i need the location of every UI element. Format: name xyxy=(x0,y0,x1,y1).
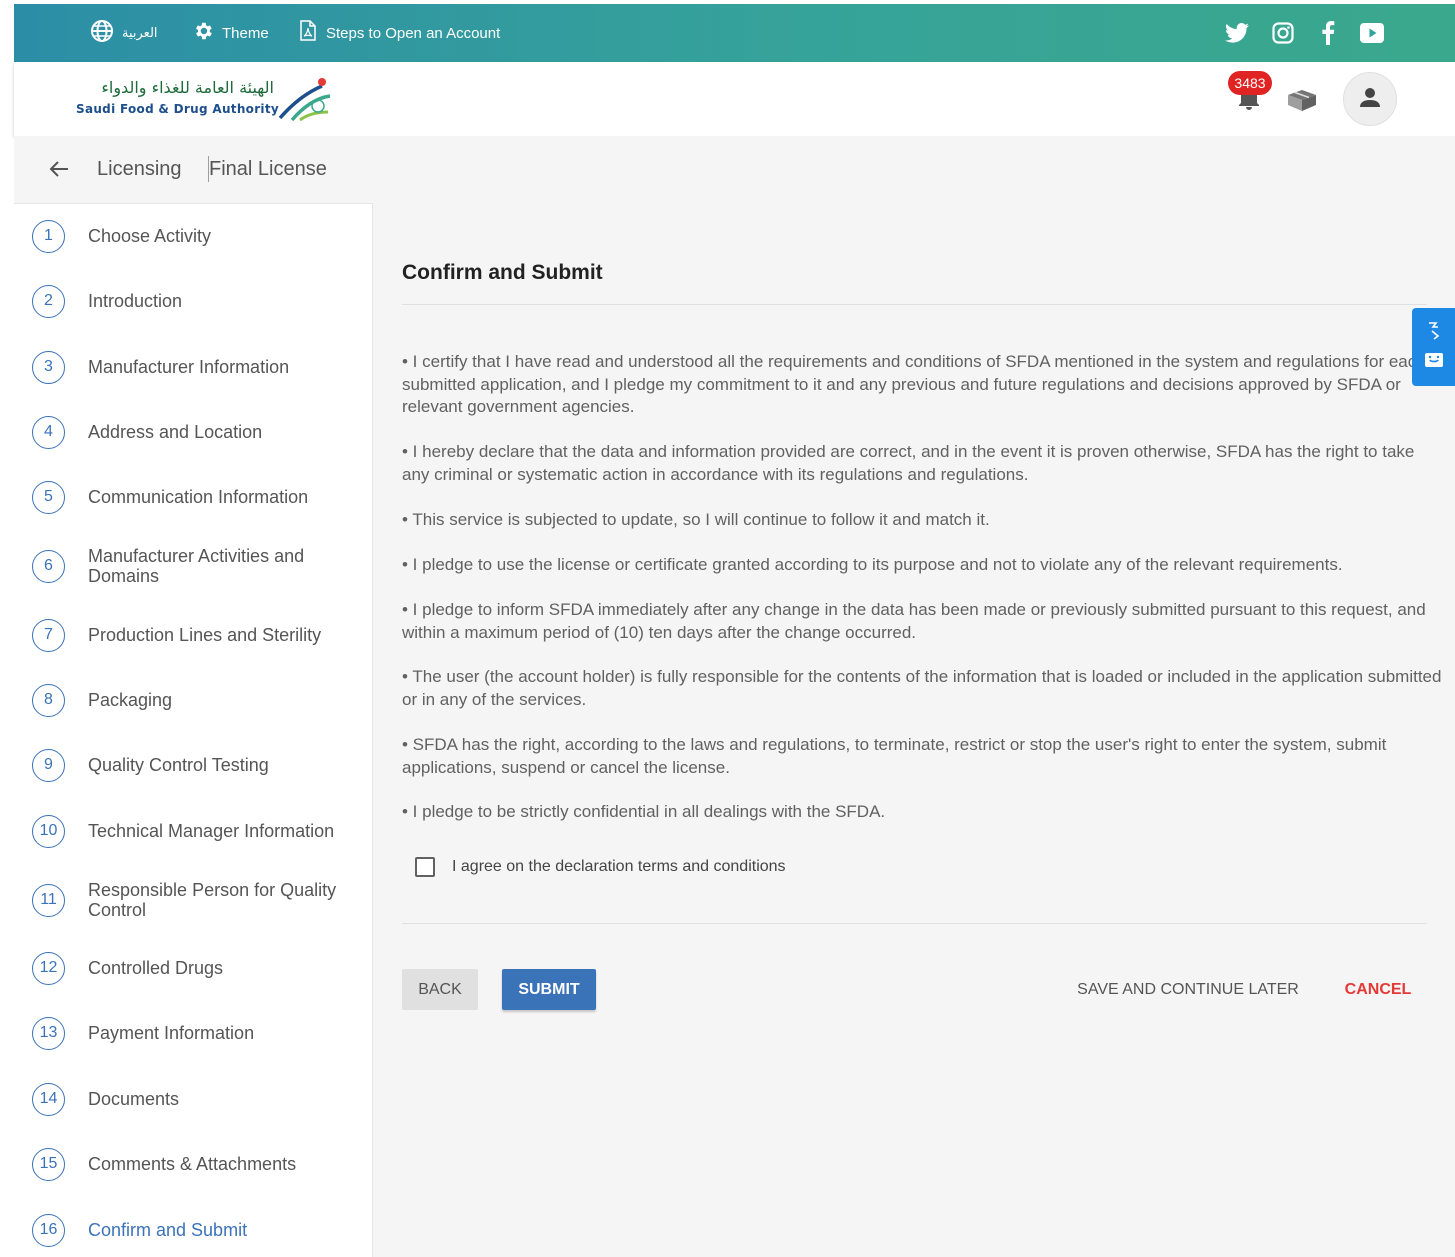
notification-badge[interactable]: 3483 xyxy=(1228,71,1272,95)
page-title: Confirm and Submit xyxy=(402,261,603,284)
top-bar: العربية Theme Steps to Open an Account xyxy=(14,4,1455,62)
step-label: Introduction xyxy=(88,291,183,311)
step-item[interactable]: 9 Quality Control Testing xyxy=(14,745,373,785)
step-label: Communication Information xyxy=(88,487,309,507)
step-label: Production Lines and Sterility xyxy=(88,625,322,645)
step-item[interactable]: 1 Choose Activity xyxy=(14,216,373,256)
declaration-text: • I pledge to inform SFDA immediately af… xyxy=(402,600,1426,642)
twitter-icon[interactable] xyxy=(1224,21,1250,45)
breadcrumb-page: Final License xyxy=(209,158,327,181)
step-label: Manufacturer Information xyxy=(88,357,290,377)
back-button[interactable]: BACK xyxy=(402,969,478,1010)
floating-side-widget[interactable] xyxy=(1412,308,1455,386)
step-label: Quality Control Testing xyxy=(88,755,269,775)
step-label: Address and Location xyxy=(88,422,263,442)
step-item[interactable]: 4 Address and Location xyxy=(14,412,373,452)
facebook-icon[interactable] xyxy=(1315,21,1341,45)
step-number: 5 xyxy=(32,480,65,514)
step-number: 16 xyxy=(32,1213,65,1247)
declaration-text: • This service is subjected to update, s… xyxy=(402,510,990,529)
declaration-text: • The user (the account holder) is fully… xyxy=(402,667,1442,709)
breadcrumb-page-text: Final License xyxy=(209,158,327,180)
step-number: 10 xyxy=(32,814,65,848)
logo-arabic-text: الهيئة العامة للغذاء والدواء xyxy=(101,78,274,97)
step-number: 13 xyxy=(32,1016,65,1050)
declaration-text: • SFDA has the right, according to the l… xyxy=(402,735,1387,777)
accessibility-icon xyxy=(1426,320,1442,345)
agree-checkbox[interactable] xyxy=(415,857,435,877)
title-divider xyxy=(402,304,1427,305)
steps-label: Steps to Open an Account xyxy=(326,24,501,42)
youtube-icon[interactable] xyxy=(1359,21,1385,45)
chat-icon xyxy=(1424,351,1444,374)
step-number: 12 xyxy=(32,951,65,985)
breadcrumb-section[interactable]: Licensing xyxy=(97,158,182,181)
submit-button[interactable]: SUBMIT xyxy=(502,969,596,1010)
language-label: العربية xyxy=(122,25,158,41)
step-item[interactable]: 8 Packaging xyxy=(14,680,373,720)
step-label: Technical Manager Information xyxy=(88,821,335,841)
step-item[interactable]: 13 Payment Information xyxy=(14,1013,373,1053)
step-number: 9 xyxy=(32,748,65,782)
step-number: 8 xyxy=(32,683,65,717)
step-number: 15 xyxy=(32,1147,65,1181)
steps-sidebar: 1 Choose Activity 2 Introduction 3 Manufact… xyxy=(14,203,373,1257)
language-switch[interactable]: العربية xyxy=(90,4,158,62)
instagram-icon[interactable] xyxy=(1270,21,1296,45)
step-number: 1 xyxy=(32,219,65,253)
step-item[interactable]: 11 Responsible Person for Quality Control xyxy=(14,880,373,920)
package-icon[interactable] xyxy=(1286,88,1318,117)
app-frame: العربية Theme Steps to Open an Account ا… xyxy=(14,4,1455,1257)
steps-guide-link[interactable]: Steps to Open an Account xyxy=(298,4,500,62)
step-item[interactable]: 15 Comments & Attachments xyxy=(14,1144,373,1184)
step-label: Payment Information xyxy=(88,1023,255,1043)
gear-icon xyxy=(192,20,214,46)
declaration-text: • I pledge to use the license or certifi… xyxy=(402,555,1343,574)
theme-label: Theme xyxy=(222,24,269,42)
step-number: 3 xyxy=(32,350,65,384)
step-item[interactable]: 7 Production Lines and Sterility xyxy=(14,615,373,655)
step-label: Choose Activity xyxy=(88,226,212,246)
step-number: 7 xyxy=(32,618,65,652)
step-label: Controlled Drugs xyxy=(88,958,224,978)
declaration-text: • I pledge to be strictly confidential i… xyxy=(402,802,886,821)
globe-icon xyxy=(90,19,114,47)
save-and-continue-later-button[interactable]: SAVE AND CONTINUE LATER xyxy=(1073,969,1303,1010)
theme-button[interactable]: Theme xyxy=(192,4,269,62)
step-number: 2 xyxy=(32,284,65,318)
site-header: الهيئة العامة للغذاء والدواء Saudi Food … xyxy=(14,62,1455,136)
step-item[interactable]: 3 Manufacturer Information xyxy=(14,347,373,387)
step-item[interactable]: 2 Introduction xyxy=(14,281,373,321)
step-label: Manufacturer Activities and Domains xyxy=(88,546,305,586)
step-item[interactable]: 14 Documents xyxy=(14,1079,373,1119)
step-label: Documents xyxy=(88,1089,180,1109)
back-arrow-icon[interactable] xyxy=(48,158,70,186)
step-number: 11 xyxy=(32,883,65,917)
sfda-logo-mark-icon xyxy=(278,76,334,127)
cancel-button[interactable]: CANCEL xyxy=(1333,969,1423,1010)
step-item[interactable]: 5 Communication Information xyxy=(14,477,373,517)
step-item[interactable]: 10 Technical Manager Information xyxy=(14,811,373,851)
step-label: Packaging xyxy=(88,690,173,710)
person-icon xyxy=(1359,87,1381,112)
step-number: 4 xyxy=(32,415,65,449)
declaration-text: • I hereby declare that the data and inf… xyxy=(402,442,1415,484)
breadcrumb: Licensing Final License xyxy=(14,136,1455,203)
step-label: Responsible Person for Quality Control xyxy=(88,880,337,920)
step-label: Comments & Attachments xyxy=(88,1154,297,1174)
declaration-text: • I certify that I have read and underst… xyxy=(402,352,1426,416)
step-label: Confirm and Submit xyxy=(88,1220,248,1240)
main-content: Confirm and Submit • I certify that I ha… xyxy=(373,203,1455,1257)
user-avatar[interactable] xyxy=(1343,72,1397,126)
logo-english-text: Saudi Food & Drug Authority xyxy=(76,102,280,116)
step-item-active[interactable]: 16 Confirm and Submit xyxy=(14,1210,373,1250)
step-number: 14 xyxy=(32,1082,65,1116)
step-number: 6 xyxy=(32,549,65,583)
sfda-logo[interactable]: الهيئة العامة للغذاء والدواء Saudi Food … xyxy=(74,76,334,122)
actions-divider xyxy=(402,923,1427,924)
agree-checkbox-label[interactable]: I agree on the declaration terms and con… xyxy=(452,858,786,876)
step-item[interactable]: 12 Controlled Drugs xyxy=(14,948,373,988)
step-item[interactable]: 6 Manufacturer Activities and Domains xyxy=(14,546,373,586)
pdf-icon xyxy=(298,20,318,46)
